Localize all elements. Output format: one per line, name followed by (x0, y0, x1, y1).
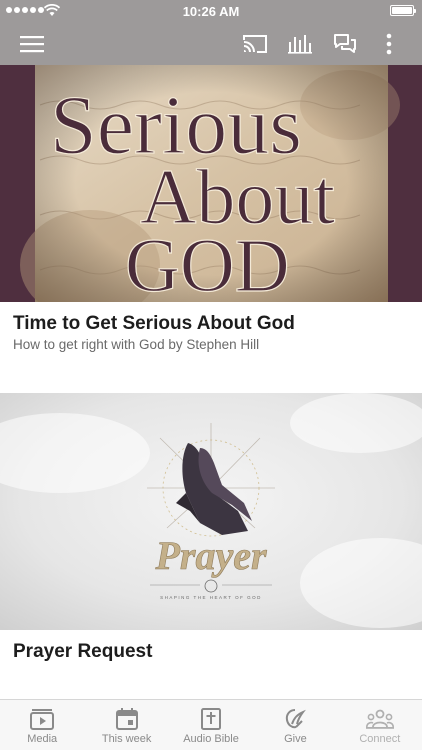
tab-label: This week (101, 733, 152, 745)
artwork-line-god: GOD (125, 224, 290, 302)
menu-icon (20, 35, 44, 52)
battery-icon (390, 5, 416, 16)
media-card-serious-about-god[interactable]: Serious About GOD Time to Get Serious Ab… (0, 65, 422, 393)
artwork-tagline: SHAPING THE HEART OF GOD (160, 595, 262, 600)
card-title: Time to Get Serious About God (13, 313, 295, 334)
tab-media[interactable]: Media (0, 700, 84, 750)
tab-connect[interactable]: Connect (338, 700, 422, 750)
tab-give[interactable]: Give (253, 700, 337, 750)
equalizer-button[interactable] (280, 22, 320, 65)
cast-button[interactable] (235, 22, 275, 65)
calendar-icon (115, 708, 138, 730)
sermon-artwork: Serious About GOD (0, 65, 422, 302)
status-time: 10:26 AM (182, 4, 240, 19)
more-options-button[interactable] (369, 22, 409, 65)
chat-button[interactable] (325, 22, 365, 65)
tab-label: Connect (359, 733, 401, 745)
more-vert-icon (386, 33, 392, 54)
card-subtitle: How to get right with God by Stephen Hil… (13, 337, 260, 352)
cast-icon (243, 34, 267, 53)
menu-button[interactable] (12, 22, 52, 65)
bible-icon (201, 708, 222, 730)
equalizer-icon (288, 34, 312, 54)
chat-icon (334, 33, 356, 53)
status-bar: 10:26 AM (0, 0, 422, 22)
artwork-prayer-word: Prayer (154, 533, 267, 578)
people-icon (365, 709, 394, 729)
give-icon (286, 709, 307, 729)
play-video-icon (30, 709, 55, 730)
tab-label: Media (27, 733, 58, 745)
media-card-prayer-request[interactable]: Prayer SHAPING THE HEART OF GOD Prayer R… (0, 393, 422, 699)
bottom-tab-bar: Media This week Audio Bible Give Connect (0, 699, 422, 750)
tab-label: Audio Bible (183, 733, 239, 745)
tab-label: Give (284, 733, 307, 745)
prayer-artwork: Prayer SHAPING THE HEART OF GOD (0, 393, 422, 630)
card-title: Prayer Request (13, 641, 153, 662)
app-toolbar (0, 22, 422, 65)
tab-audio-bible[interactable]: Audio Bible (169, 700, 253, 750)
tab-this-week[interactable]: This week (84, 700, 168, 750)
